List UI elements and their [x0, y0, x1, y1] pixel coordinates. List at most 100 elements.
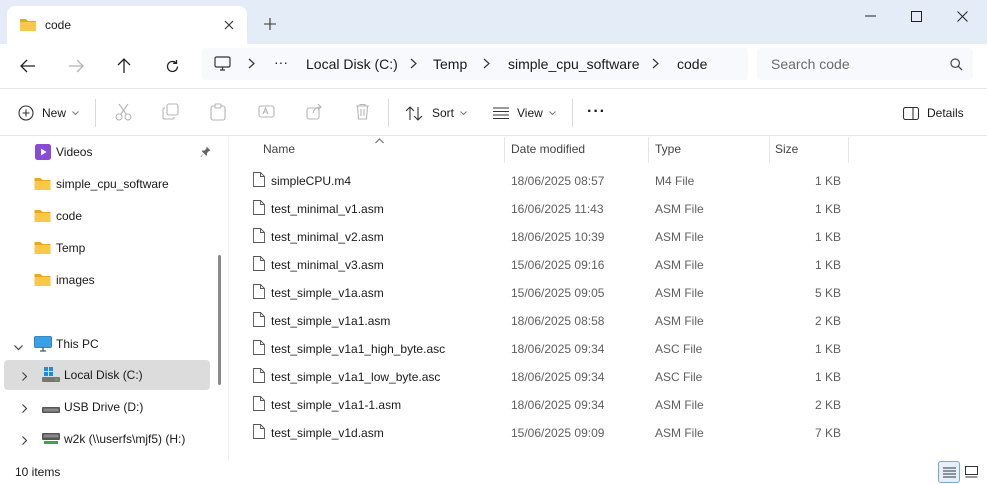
- paste-icon[interactable]: [210, 103, 226, 124]
- file-size: 2 KB: [814, 398, 841, 412]
- close-tab-button[interactable]: [219, 15, 239, 35]
- sidebar-item-label: code: [56, 209, 83, 223]
- table-row[interactable]: test_simple_v1a1.asm 18/06/2025 08:58 AS…: [243, 306, 848, 334]
- view-button[interactable]: View: [493, 101, 556, 125]
- file-type: ASM File: [655, 202, 704, 216]
- table-row[interactable]: simpleCPU.m4 18/06/2025 08:57 M4 File 1 …: [243, 166, 848, 194]
- this-pc-icon: [34, 336, 52, 355]
- search-input[interactable]: [771, 56, 941, 72]
- tab-code[interactable]: code: [7, 6, 247, 44]
- file-name: test_simple_v1a1.asm: [271, 314, 391, 328]
- file-type: ASM File: [655, 398, 704, 412]
- file-date: 15/06/2025 09:05: [511, 286, 605, 300]
- refresh-button[interactable]: [158, 52, 186, 80]
- sidebar-item-code[interactable]: code: [4, 201, 210, 231]
- delete-icon[interactable]: [355, 103, 370, 123]
- folder-icon: [34, 208, 51, 226]
- table-row[interactable]: test_simple_v1a1_low_byte.asc 18/06/2025…: [243, 362, 848, 390]
- sort-icon: [405, 105, 423, 121]
- sidebar-scrollbar[interactable]: [218, 255, 221, 385]
- details-label: Details: [927, 106, 964, 120]
- folder-icon: [34, 272, 51, 290]
- share-icon[interactable]: [306, 103, 323, 123]
- sidebar-item-label: This PC: [56, 337, 99, 351]
- details-pane-icon: [903, 106, 919, 120]
- sidebar-item-local-disk-c[interactable]: Local Disk (C:): [4, 360, 210, 390]
- chevron-down-icon[interactable]: [14, 340, 23, 354]
- details-pane-button[interactable]: Details: [903, 101, 964, 125]
- title-bar: code: [0, 0, 987, 44]
- cut-icon[interactable]: [115, 103, 132, 124]
- column-header-name[interactable]: Name: [263, 142, 295, 156]
- forward-button[interactable]: [62, 52, 90, 80]
- document-icon: [253, 256, 265, 274]
- rename-icon[interactable]: [258, 103, 275, 123]
- view-label: View: [517, 106, 543, 120]
- more-options-button[interactable]: ···: [587, 100, 606, 124]
- table-row[interactable]: test_minimal_v2.asm 18/06/2025 10:39 ASM…: [243, 222, 848, 250]
- sidebar-item-label: simple_cpu_software: [56, 177, 169, 191]
- toolbar-divider: [388, 99, 389, 127]
- document-icon: [253, 228, 265, 246]
- file-date: 18/06/2025 09:34: [511, 370, 605, 384]
- file-date: 16/06/2025 11:43: [511, 202, 604, 216]
- sort-button[interactable]: Sort: [405, 101, 467, 125]
- address-bar[interactable]: ··· Local Disk (C:) Temp simple_cpu_soft…: [202, 48, 748, 80]
- minimize-button[interactable]: [847, 4, 893, 28]
- table-row[interactable]: test_simple_v1a1-1.asm 18/06/2025 09:34 …: [243, 390, 848, 418]
- new-tab-button[interactable]: [260, 14, 280, 34]
- column-divider[interactable]: [848, 137, 849, 163]
- sidebar-item-label: images: [56, 273, 95, 287]
- windows-drive-icon: [42, 367, 60, 386]
- column-header-date[interactable]: Date modified: [511, 142, 585, 156]
- column-header-type[interactable]: Type: [655, 142, 681, 156]
- sidebar-item-temp[interactable]: Temp: [4, 233, 210, 263]
- column-header-size[interactable]: Size: [775, 142, 798, 156]
- sidebar-item-network-drive-h[interactable]: w2k (\\userfs\mjf5) (H:): [4, 424, 210, 454]
- breadcrumb-local-disk[interactable]: Local Disk (C:): [306, 56, 398, 72]
- toolbar-divider: [572, 99, 573, 127]
- column-divider[interactable]: [648, 137, 649, 163]
- pin-icon: [200, 146, 211, 160]
- table-row[interactable]: test_simple_v1d.asm 15/06/2025 09:09 ASM…: [243, 418, 848, 446]
- table-row[interactable]: test_minimal_v1.asm 16/06/2025 11:43 ASM…: [243, 194, 848, 222]
- details-view-button[interactable]: [938, 461, 960, 483]
- copy-icon[interactable]: [162, 103, 179, 123]
- column-divider[interactable]: [504, 137, 505, 163]
- sidebar-item-this-pc[interactable]: This PC: [4, 329, 210, 359]
- document-icon: [253, 284, 265, 302]
- file-list: Name Date modified Type Size simpleCPU.m…: [228, 137, 987, 460]
- breadcrumb-overflow[interactable]: ···: [274, 54, 288, 70]
- file-size: 1 KB: [814, 370, 841, 384]
- new-button[interactable]: New: [18, 101, 79, 125]
- sidebar-item-label: Videos: [56, 145, 93, 159]
- folder-icon: [34, 176, 51, 194]
- chevron-right-icon[interactable]: [22, 370, 28, 384]
- sidebar-item-images[interactable]: images: [4, 265, 210, 295]
- sidebar-item-simple-cpu-software[interactable]: simple_cpu_software: [4, 169, 210, 199]
- status-bar: 10 items: [0, 460, 987, 484]
- search-icon[interactable]: [950, 58, 963, 74]
- file-size: 1 KB: [814, 258, 841, 272]
- table-row[interactable]: test_simple_v1a.asm 15/06/2025 09:05 ASM…: [243, 278, 848, 306]
- search-box[interactable]: [757, 48, 973, 80]
- back-button[interactable]: [14, 52, 42, 80]
- breadcrumb-temp[interactable]: Temp: [433, 56, 467, 72]
- document-icon: [253, 200, 265, 218]
- table-row[interactable]: test_simple_v1a1_high_byte.asc 18/06/202…: [243, 334, 848, 362]
- computer-icon: [214, 56, 231, 74]
- table-row[interactable]: test_minimal_v3.asm 15/06/2025 09:16 ASM…: [243, 250, 848, 278]
- sidebar-item-videos[interactable]: Videos: [4, 137, 211, 167]
- close-window-button[interactable]: [939, 4, 985, 28]
- up-button[interactable]: [110, 52, 138, 80]
- maximize-button[interactable]: [893, 4, 939, 28]
- breadcrumb-simple-cpu-software[interactable]: simple_cpu_software: [508, 56, 640, 72]
- file-type: ASM File: [655, 286, 704, 300]
- breadcrumb-code[interactable]: code: [677, 56, 707, 72]
- chevron-right-icon[interactable]: [22, 434, 28, 448]
- tiles-view-button[interactable]: [960, 461, 982, 483]
- sidebar-item-usb-drive-d[interactable]: USB Drive (D:): [4, 392, 210, 422]
- chevron-right-icon[interactable]: [22, 402, 28, 416]
- column-divider[interactable]: [769, 137, 770, 163]
- document-icon: [253, 312, 265, 330]
